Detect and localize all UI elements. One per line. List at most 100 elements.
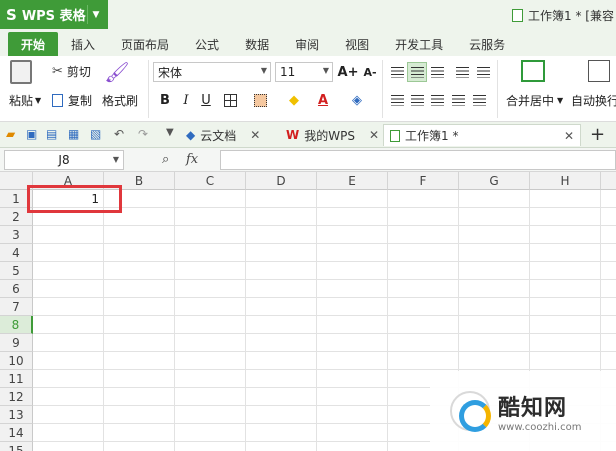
close-icon[interactable]: ✕ [564,129,574,143]
cell[interactable] [388,190,459,208]
cell[interactable] [33,226,104,244]
row-header[interactable]: 8 [0,316,33,334]
cell[interactable] [601,244,616,262]
cell[interactable] [33,406,104,424]
tab-page-layout[interactable]: 页面布局 [108,32,182,56]
row-header[interactable]: 14 [0,424,33,442]
cell[interactable] [317,280,388,298]
cell[interactable] [175,334,246,352]
align-left-button[interactable] [387,90,407,110]
row-header[interactable]: 4 [0,244,33,262]
row-header[interactable]: 12 [0,388,33,406]
increase-indent-button[interactable] [473,62,493,82]
format-painter-icon[interactable]: 🖌 [104,60,130,84]
cell[interactable] [33,424,104,442]
merge-center-button[interactable]: 合并居中 ▼ [506,92,563,109]
column-header[interactable]: F [388,172,459,190]
column-header[interactable]: C [175,172,246,190]
cell[interactable] [317,298,388,316]
cell[interactable] [317,262,388,280]
cell[interactable] [530,298,601,316]
cell[interactable] [175,406,246,424]
cell[interactable] [246,298,317,316]
underline-button[interactable]: U [196,90,216,110]
cell[interactable] [104,244,175,262]
cell[interactable] [33,298,104,316]
cell[interactable] [104,262,175,280]
column-header[interactable]: H [530,172,601,190]
justify-button[interactable] [448,90,468,110]
cell[interactable] [601,316,616,334]
cell[interactable] [246,406,317,424]
row-header[interactable]: 5 [0,262,33,280]
cell[interactable] [175,226,246,244]
tab-insert[interactable]: 插入 [58,32,108,56]
cut-button[interactable]: ✂ 剪切 [52,63,91,80]
close-icon[interactable]: ✕ [369,128,379,142]
cell[interactable] [175,370,246,388]
cell[interactable] [33,352,104,370]
format-painter-button[interactable]: 格式刷 [102,92,138,109]
cell[interactable] [601,352,616,370]
cell[interactable] [104,370,175,388]
cell[interactable] [104,298,175,316]
shrink-font-button[interactable]: A- [360,62,380,82]
save-icon[interactable]: ▣ [26,127,37,141]
borders-button[interactable] [220,90,240,110]
app-menu-dropdown-icon[interactable]: ▼ [87,5,104,24]
cell[interactable] [246,370,317,388]
cell[interactable] [601,334,616,352]
cell[interactable] [246,190,317,208]
cell[interactable] [104,442,175,451]
cell[interactable] [104,280,175,298]
cell[interactable] [104,406,175,424]
cell[interactable] [459,208,530,226]
tab-review[interactable]: 审阅 [282,32,332,56]
bold-button[interactable]: B [155,90,175,110]
align-center-button[interactable] [407,90,427,110]
cell[interactable] [388,298,459,316]
row-header[interactable]: 6 [0,280,33,298]
tab-view[interactable]: 视图 [332,32,382,56]
cell[interactable] [388,316,459,334]
cell[interactable] [601,190,616,208]
cell[interactable] [175,442,246,451]
cell[interactable] [33,334,104,352]
cell[interactable] [317,370,388,388]
cell[interactable] [246,388,317,406]
row-header[interactable]: 13 [0,406,33,424]
font-color-button[interactable]: A [313,90,333,110]
row-header[interactable]: 15 [0,442,33,451]
cell[interactable] [459,334,530,352]
app-menu-button[interactable]: S WPS 表格 ▼ [0,0,108,29]
cell[interactable] [175,280,246,298]
cell[interactable] [388,262,459,280]
cell[interactable] [530,190,601,208]
cell[interactable] [459,280,530,298]
chevron-down-icon[interactable]: ▼ [166,127,174,138]
new-tab-icon[interactable]: + [590,124,605,145]
cell[interactable] [317,244,388,262]
cell[interactable] [104,316,175,334]
cell[interactable] [530,316,601,334]
align-middle-button[interactable] [407,62,427,82]
copy-button[interactable]: 复制 [52,92,92,109]
cell[interactable] [246,316,317,334]
row-header[interactable]: 10 [0,352,33,370]
fill-style-button[interactable] [250,90,270,110]
paste-label[interactable]: 粘贴 ▼ [9,92,41,109]
row-header[interactable]: 11 [0,370,33,388]
undo-icon[interactable]: ↶ [114,127,124,141]
cell[interactable] [33,316,104,334]
cell[interactable] [246,442,317,451]
tab-developer[interactable]: 开发工具 [382,32,456,56]
cell[interactable] [317,352,388,370]
cell[interactable] [175,262,246,280]
clear-format-button[interactable]: ◈ [347,90,367,110]
cell[interactable] [388,244,459,262]
font-size-select[interactable]: 11 ▼ [275,62,333,82]
row-header[interactable]: 9 [0,334,33,352]
cell[interactable] [246,226,317,244]
print-preview-icon[interactable]: ▧ [90,127,101,141]
cell[interactable] [317,208,388,226]
